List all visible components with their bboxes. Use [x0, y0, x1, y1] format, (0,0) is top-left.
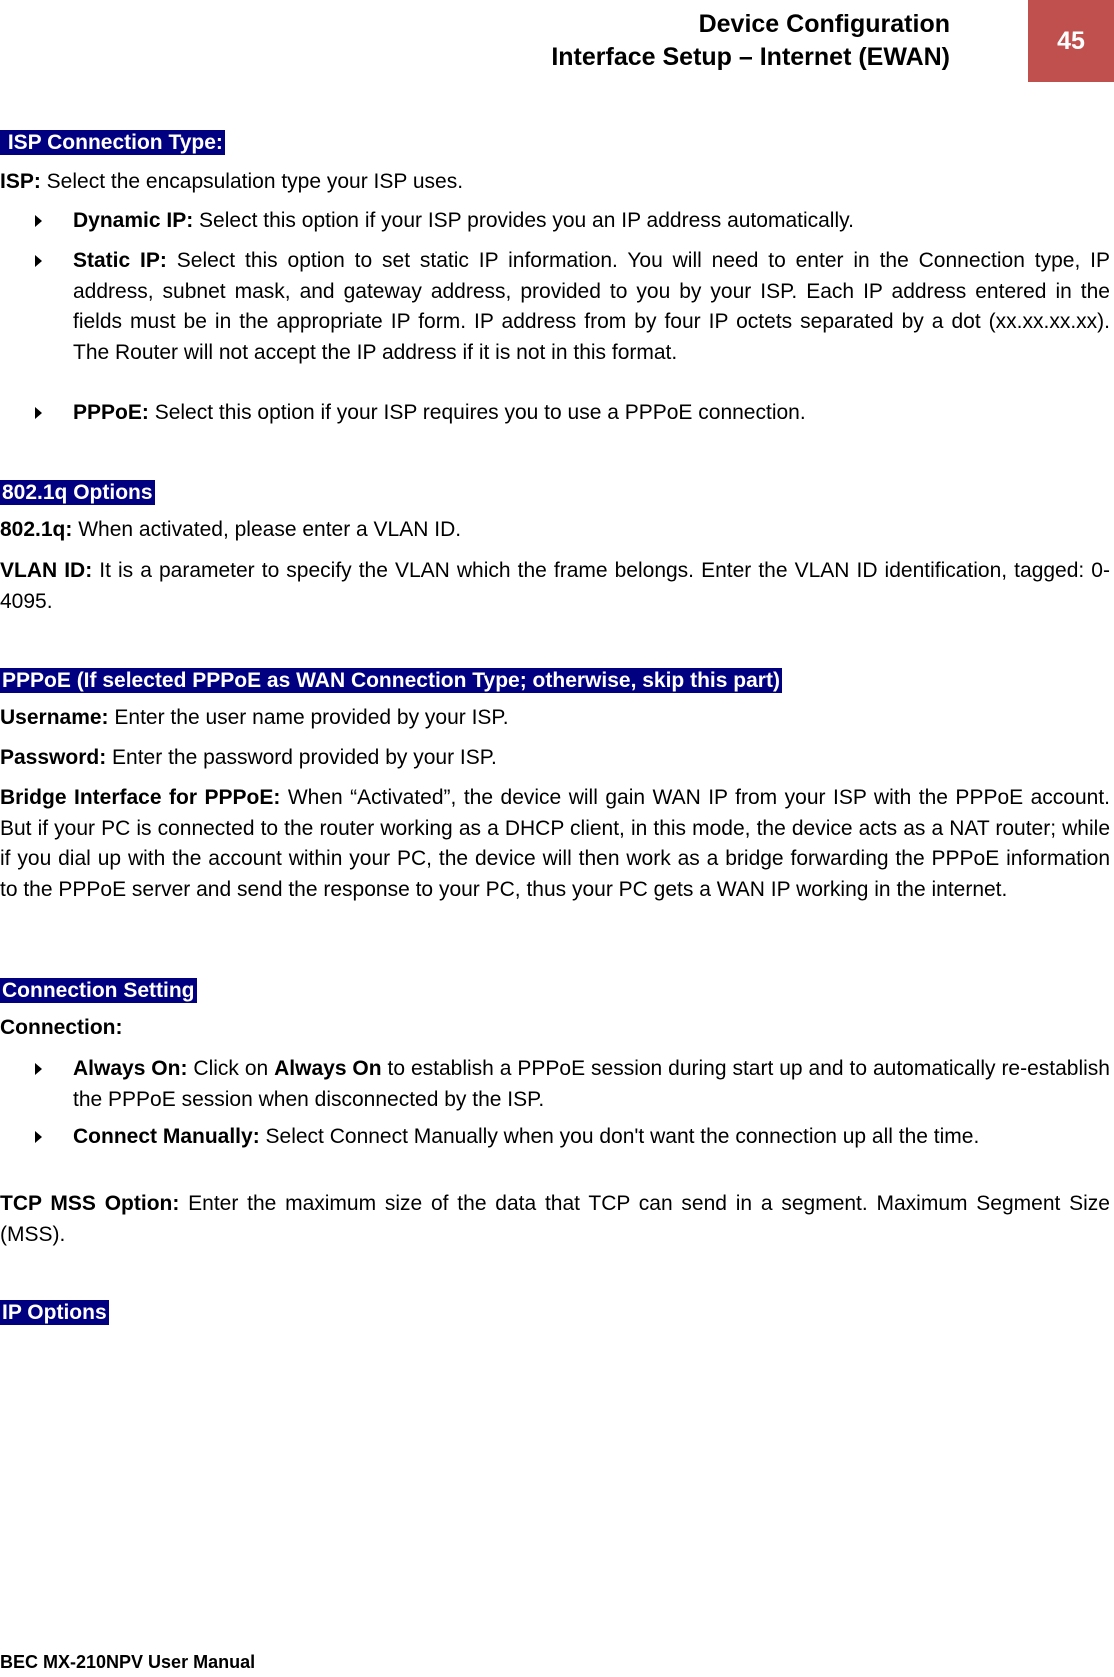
term-text: Enter the user name provided by your ISP… [108, 706, 509, 729]
term-label: Connect Manually: [73, 1125, 260, 1148]
heading-pppoe: PPPoE (If selected PPPoE as WAN Connecti… [0, 668, 782, 693]
header-chapter: Device Configuration [698, 10, 950, 38]
para-bridge-interface: Bridge Interface for PPPoE: When “Activa… [0, 783, 1110, 905]
term-label: Dynamic IP: [73, 209, 194, 232]
heading-connection-setting: Connection Setting [0, 978, 197, 1003]
para-connection: Connection: [0, 1013, 1110, 1044]
term-text: Select the encapsulation type your ISP u… [40, 170, 464, 193]
para-tcp-mss: TCP MSS Option: Enter the maximum size o… [0, 1189, 1110, 1250]
bullet-arrow-icon [35, 1063, 42, 1075]
term-emphasis: Always On [274, 1057, 382, 1080]
bullet-arrow-icon [35, 1131, 42, 1143]
term-label: ISP: [0, 170, 41, 193]
page-number-badge: 45 [1028, 0, 1114, 82]
term-label: PPPoE: [73, 401, 149, 424]
term-label: VLAN ID: [0, 559, 93, 582]
bullet-arrow-icon [35, 215, 42, 227]
term-text: Enter the password provided by your ISP. [106, 746, 497, 769]
para-username: Username: Enter the user name provided b… [0, 703, 1110, 734]
term-label: Connection: [0, 1016, 123, 1039]
para-8021q: 802.1q: When activated, please enter a V… [0, 515, 1110, 546]
term-text: It is a parameter to specify the VLAN wh… [0, 559, 1110, 613]
list-item-dynamic-ip: Dynamic IP: Select this option if your I… [35, 206, 1110, 237]
term-label: Bridge Interface for PPPoE: [0, 786, 281, 809]
term-text: Select this option to set static IP info… [73, 249, 1110, 364]
page-header-title: Device Configuration Interface Setup – I… [551, 8, 950, 74]
term-label: Always On: [73, 1057, 188, 1080]
term-text: Click on [187, 1057, 275, 1080]
term-label: Password: [0, 746, 107, 769]
heading-isp-connection-type: ISP Connection Type: [0, 130, 225, 155]
bullet-arrow-icon [35, 255, 42, 267]
bullet-arrow-icon [35, 407, 42, 419]
term-text: Select Connect Manually when you don't w… [259, 1125, 980, 1148]
term-label: Static IP: [73, 249, 167, 272]
heading-8021q-options: 802.1q Options [0, 480, 155, 505]
para-password: Password: Enter the password provided by… [0, 743, 1110, 774]
term-label: 802.1q: [0, 518, 73, 541]
list-item-connect-manually: Connect Manually: Select Connect Manuall… [35, 1122, 1110, 1153]
para-isp: ISP: Select the encapsulation type your … [0, 167, 1110, 198]
term-label: Username: [0, 706, 109, 729]
header-section: Interface Setup – Internet (EWAN) [551, 43, 950, 71]
footer-manual-title: BEC MX-210NPV User Manual [0, 1652, 256, 1672]
list-item-always-on: Always On: Click on Always On to establi… [35, 1054, 1110, 1115]
para-vlan-id: VLAN ID: It is a parameter to specify th… [0, 556, 1110, 617]
term-text: When activated, please enter a VLAN ID. [72, 518, 462, 541]
term-text: Select this option if your ISP provides … [193, 209, 854, 232]
list-item-static-ip: Static IP: Select this option to set sta… [35, 246, 1110, 368]
term-label: TCP MSS Option: [0, 1192, 180, 1215]
term-text: Select this option if your ISP requires … [148, 401, 806, 424]
heading-ip-options: IP Options [0, 1300, 109, 1325]
list-item-pppoe: PPPoE: Select this option if your ISP re… [35, 398, 1110, 429]
